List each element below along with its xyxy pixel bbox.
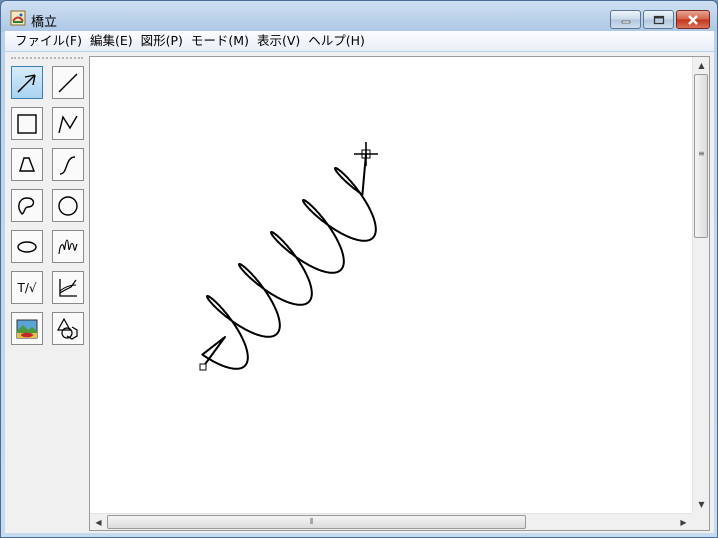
polygon-tool[interactable]	[11, 148, 43, 181]
scrollbar-corner	[692, 513, 709, 530]
title-bar[interactable]: 橋立	[1, 1, 717, 31]
menu-bar: ファイル(F) 編集(E) 図形(P) モード(M) 表示(V) ヘルプ(H)	[5, 31, 714, 51]
menu-view[interactable]: 表示(V)	[253, 32, 304, 50]
line-tool[interactable]	[52, 66, 84, 99]
graph-tool[interactable]	[52, 271, 84, 304]
maximize-icon	[653, 15, 664, 24]
menu-file[interactable]: ファイル(F)	[11, 32, 86, 50]
text-formula-tool[interactable]: T/√	[11, 271, 43, 304]
spiral-tool[interactable]	[52, 230, 84, 263]
close-icon	[688, 14, 698, 25]
scroll-up-icon[interactable]: ▲	[693, 57, 710, 74]
app-window: 橋立 ファイル(F) 編集(E) 図形(P) モード(M) 表示(V) ヘルプ(…	[0, 0, 718, 538]
polyline-icon	[58, 114, 78, 133]
spring-icon	[58, 238, 78, 254]
spring-coil-shape[interactable]	[201, 153, 377, 370]
menu-shape[interactable]: 図形(P)	[137, 32, 187, 50]
minimize-button[interactable]	[610, 10, 641, 29]
drawing-canvas-frame: ▲ ≡ ▼ ◀ ⦀ ▶	[89, 56, 710, 531]
closed-curve-icon	[18, 196, 35, 215]
minimize-icon	[621, 20, 630, 23]
arrow-select-icon	[17, 73, 36, 92]
line-icon	[58, 73, 78, 92]
shapes-tool[interactable]	[52, 312, 84, 345]
polyline-tool[interactable]	[52, 107, 84, 140]
triangle-icon	[19, 156, 36, 172]
circle-icon	[58, 195, 78, 216]
ellipse-tool[interactable]	[11, 230, 43, 263]
text-formula-icon: T/√	[17, 280, 37, 295]
close-button[interactable]	[676, 10, 710, 29]
scroll-left-icon[interactable]: ◀	[90, 514, 107, 531]
rectangle-tool[interactable]	[11, 107, 43, 140]
toolbar-grip[interactable]	[11, 57, 83, 59]
s-curve-icon	[59, 155, 76, 175]
menu-help[interactable]: ヘルプ(H)	[304, 32, 369, 50]
shape-anchor-handle[interactable]	[199, 363, 207, 371]
window-title: 橋立	[31, 15, 58, 30]
scroll-down-icon[interactable]: ▼	[693, 496, 710, 513]
image-tool[interactable]	[11, 312, 43, 345]
crosshair-move-icon	[354, 142, 378, 166]
circle-tool[interactable]	[52, 189, 84, 222]
app-icon	[10, 10, 26, 26]
ellipse-icon	[17, 240, 37, 253]
client-area: T/√ ▲ ≡ ▼ ◀ ⦀ ▶	[5, 52, 714, 533]
menu-edit[interactable]: 編集(E)	[86, 32, 137, 50]
graph-icon	[59, 278, 77, 297]
shapes-icon	[56, 317, 78, 340]
square-icon	[17, 113, 37, 134]
select-tool[interactable]	[11, 66, 43, 99]
tool-palette: T/√	[5, 52, 89, 533]
closed-curve-tool[interactable]	[11, 189, 43, 222]
maximize-button[interactable]	[643, 10, 674, 29]
canvas-svg	[199, 142, 378, 371]
drawing-canvas[interactable]	[90, 57, 690, 511]
horizontal-scrollbar[interactable]: ◀ ⦀ ▶	[90, 513, 692, 530]
vertical-scroll-thumb[interactable]: ≡	[694, 74, 708, 238]
menu-mode[interactable]: モード(M)	[187, 32, 253, 50]
scroll-right-icon[interactable]: ▶	[675, 514, 692, 531]
picture-icon	[16, 319, 38, 338]
curve-tool[interactable]	[52, 148, 84, 181]
horizontal-scroll-thumb[interactable]: ⦀	[107, 515, 526, 529]
vertical-scrollbar[interactable]: ▲ ≡ ▼	[692, 57, 709, 513]
